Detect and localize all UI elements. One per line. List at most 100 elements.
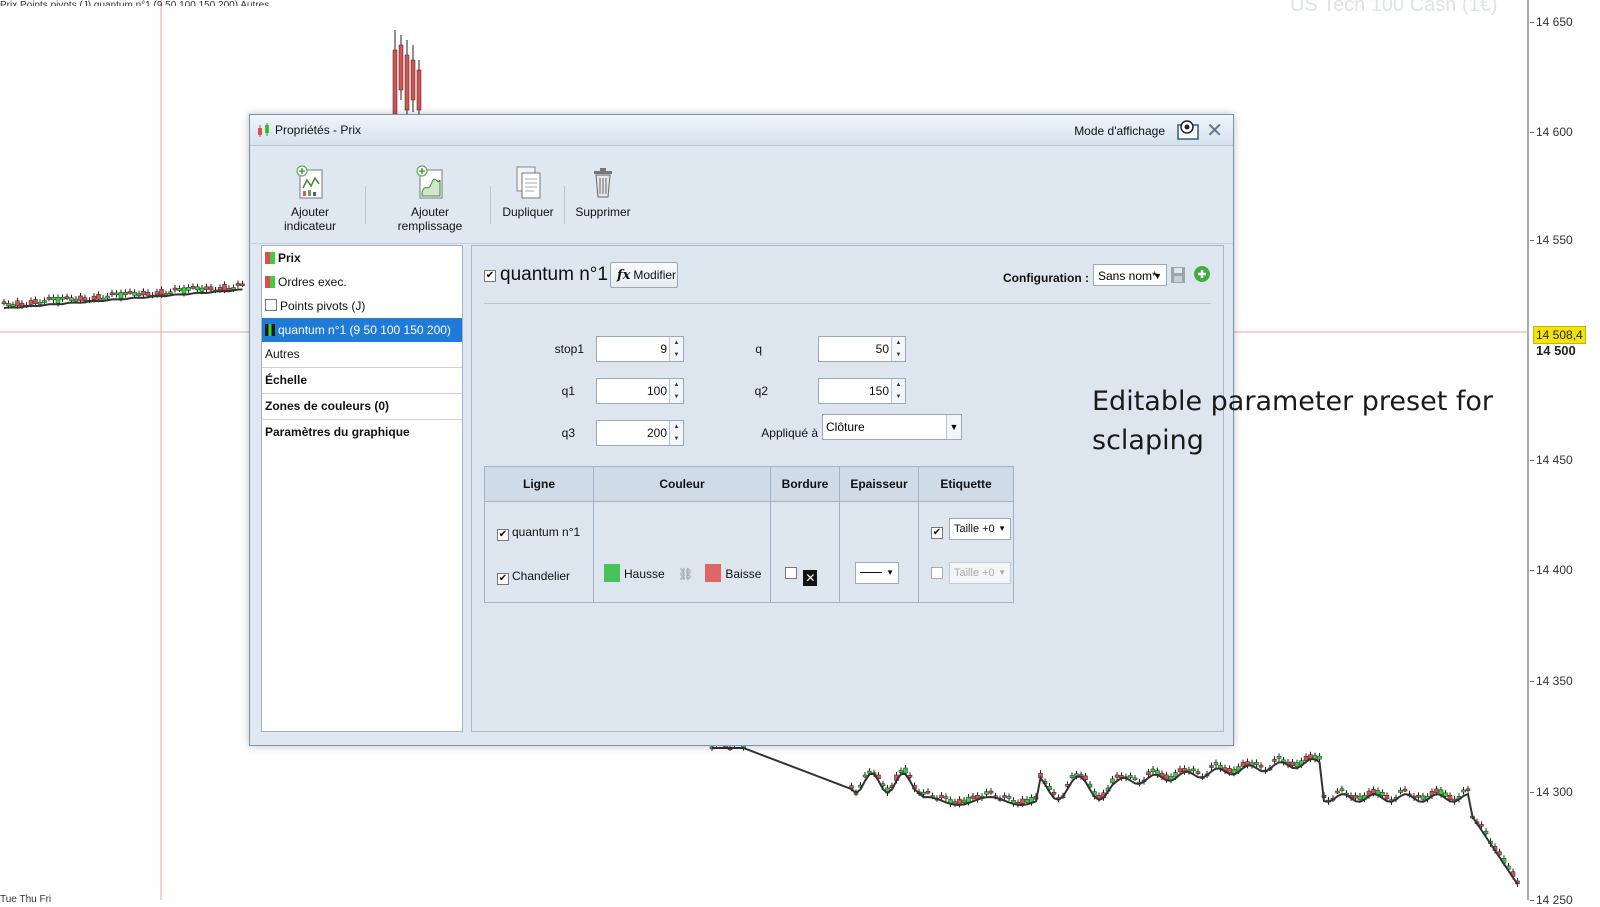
candle-body [33, 299, 38, 304]
candle-body [1398, 790, 1403, 793]
candle-body [943, 796, 949, 799]
pivot-points-checkbox[interactable] [265, 299, 277, 311]
thickness-select[interactable]: ▼ [855, 562, 899, 584]
tree-item-chart-settings[interactable]: Paramètres du graphique [262, 420, 462, 444]
tree-item-others[interactable]: Autres [262, 342, 462, 368]
border-checkbox[interactable] [785, 567, 797, 579]
tree-item-quantum[interactable]: quantum n°1 (9 50 100 150 200) [262, 318, 462, 342]
tree-item-scale[interactable]: Échelle [262, 368, 462, 394]
tree-item-label: Zones de couleurs (0) [265, 399, 390, 413]
axis-tick: 14 350 [1530, 674, 1573, 688]
q-input[interactable]: 50 ▲ ▼ [818, 336, 906, 362]
indicator-visible-checkbox[interactable]: ✔ [484, 270, 496, 282]
add-fill-label: Ajouter remplissage [397, 205, 463, 233]
add-fill-button[interactable]: Ajouter remplissage [378, 164, 482, 233]
line-quantum-row[interactable]: ✔ quantum n°1 [497, 522, 580, 542]
chart-legend[interactable]: Prix Points pivots (J) quantum n°1 (9 50… [0, 0, 395, 6]
candle-body [957, 798, 962, 805]
properties-tree: Prix Ordres exec. Points pivots (J) quan… [261, 245, 463, 732]
table-row: ✔ quantum n°1 ✔ Chandelier Hausse ⛓ Baisse… [484, 501, 1014, 603]
candle-body [970, 795, 976, 799]
label-quantum-checkbox[interactable]: ✔ [931, 527, 943, 539]
delete-button[interactable]: Supprimer [570, 164, 636, 219]
tree-item-pivot-points[interactable]: Points pivots (J) [262, 294, 462, 318]
candlestick-icon [258, 123, 269, 137]
candle-body [73, 298, 79, 302]
duplicate-icon [516, 166, 541, 199]
q-value: 50 [875, 342, 889, 356]
stop1-input[interactable]: 9 ▲ ▼ [596, 336, 684, 362]
candle-body [1209, 765, 1214, 768]
q1-input[interactable]: 100 ▲ ▼ [596, 378, 684, 404]
dialog-titlebar[interactable]: Propriétés - Prix Mode d'affichage ✕ [250, 115, 1233, 146]
border-color-swatch[interactable]: ✕ [803, 570, 818, 586]
candle-body [1024, 799, 1030, 803]
candle-body [1258, 764, 1264, 768]
candle-body [988, 790, 994, 794]
display-mode-label[interactable]: Mode d'affichage [1074, 124, 1165, 138]
link-icon[interactable]: ⛓ [678, 564, 693, 584]
tree-item-label: quantum n°1 (9 50 100 150 200) [278, 323, 451, 337]
label-size-select[interactable]: Taille +0 ▼ [949, 518, 1011, 540]
q3-input[interactable]: 200 ▲ ▼ [596, 420, 684, 446]
candle-body [37, 302, 43, 305]
candle-body [199, 287, 205, 292]
candle-body [190, 286, 196, 289]
candle-body [1317, 755, 1322, 760]
candle-body [1069, 775, 1075, 778]
candle-body [60, 297, 65, 300]
candle-body [392, 49, 398, 116]
line-candle-row[interactable]: ✔ Chandelier [497, 566, 570, 586]
candle-body [136, 293, 142, 297]
axis-tick: 14 600 [1530, 125, 1573, 139]
decrement-icon[interactable]: ▼ [891, 391, 905, 403]
chevron-down-icon: ▼ [946, 415, 961, 439]
configuration-label: Configuration : [1003, 271, 1089, 285]
modify-button[interactable]: fx Modifier [610, 262, 678, 288]
fall-color-swatch[interactable] [705, 564, 722, 582]
tree-item-color-zones[interactable]: Zones de couleurs (0) [262, 394, 462, 420]
candle-body [186, 287, 191, 291]
close-icon[interactable]: ✕ [1206, 118, 1223, 143]
label-candle-checkbox[interactable] [931, 567, 943, 579]
candlestick-icon [265, 252, 275, 264]
line-thickness-icon [860, 572, 882, 573]
add-configuration-icon[interactable] [1193, 265, 1211, 283]
candle-body [1443, 792, 1448, 797]
orders-icon [265, 276, 275, 288]
label-cell: ✔ Taille +0 ▼ Taille +0 ▼ [918, 501, 1014, 603]
candle-body [1051, 791, 1057, 795]
toolbar-separator [490, 186, 491, 224]
candle-body [208, 286, 214, 291]
line-candle-checkbox[interactable]: ✔ [497, 573, 509, 585]
decrement-icon[interactable]: ▼ [669, 349, 683, 361]
rise-color-swatch[interactable] [604, 564, 620, 582]
axis-tick: 14 400 [1530, 563, 1573, 577]
label-size-select-disabled: Taille +0 ▼ [949, 562, 1011, 584]
candle-body [1335, 790, 1340, 794]
decrement-icon[interactable]: ▼ [669, 391, 683, 403]
tree-item-orders[interactable]: Ordres exec. [262, 270, 462, 294]
add-fill-icon [416, 165, 443, 199]
display-mode-icon[interactable] [1177, 120, 1199, 140]
duplicate-button[interactable]: Dupliquer [498, 164, 558, 219]
candle-body [145, 291, 151, 296]
add-indicator-button[interactable]: Ajouter indicateur [264, 164, 356, 233]
save-icon[interactable] [1170, 266, 1186, 284]
applied-to-select[interactable]: Clôture ▼ [822, 414, 962, 440]
decrement-icon[interactable]: ▼ [891, 349, 905, 361]
candle-body [96, 294, 101, 300]
line-quantum-checkbox[interactable]: ✔ [497, 529, 509, 541]
tree-item-prix[interactable]: Prix [262, 246, 462, 270]
candle-body [1150, 768, 1156, 773]
candle-body [109, 292, 115, 295]
q-label: q [755, 342, 762, 356]
candle-body [15, 300, 20, 307]
column-header-color: Couleur [593, 466, 771, 502]
candle-body [961, 799, 967, 803]
tree-item-label: Échelle [265, 373, 308, 387]
configuration-select[interactable]: Sans nom* ▼ [1093, 264, 1167, 286]
tree-item-label: Autres [265, 347, 300, 361]
decrement-icon[interactable]: ▼ [669, 433, 683, 445]
q2-input[interactable]: 150 ▲ ▼ [818, 378, 906, 404]
